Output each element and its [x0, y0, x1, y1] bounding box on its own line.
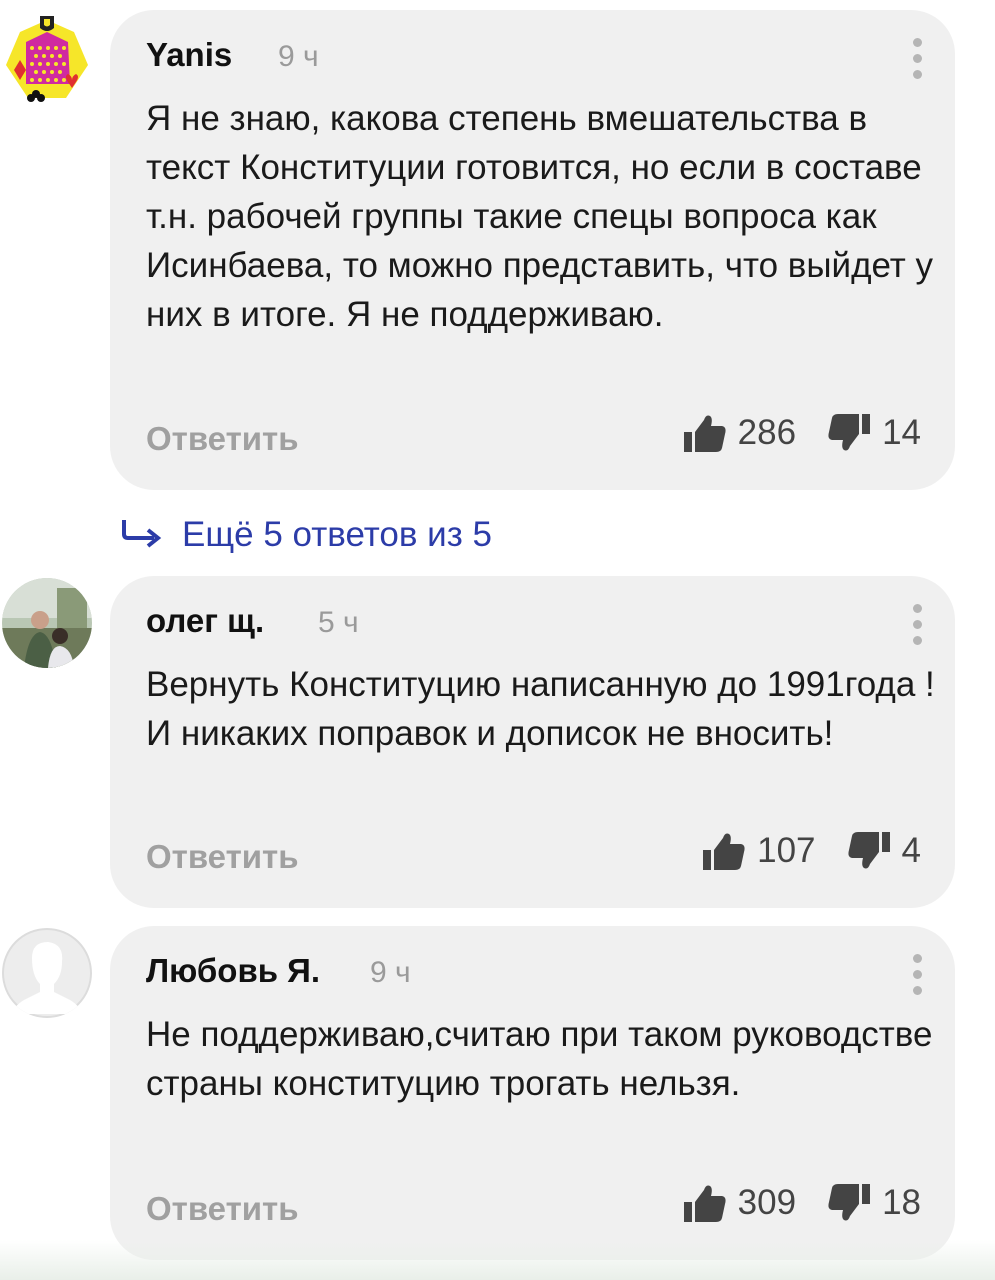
thumbs-up-icon[interactable] — [701, 828, 747, 874]
thumbs-down-icon[interactable] — [826, 1180, 872, 1226]
more-options-icon[interactable] — [911, 954, 923, 998]
dislikes-count: 18 — [882, 1183, 921, 1222]
comment-time: 5 ч — [318, 606, 359, 639]
comment-text: Вернуть Конституцию написанную до 1991го… — [146, 665, 935, 753]
comment-time: 9 ч — [370, 956, 411, 989]
comment-author[interactable]: Любовь Я. — [146, 952, 320, 990]
default-user-avatar-icon[interactable] — [2, 928, 92, 1018]
comment-text: Не поддерживаю,считаю при таком руководс… — [146, 1015, 933, 1103]
more-options-icon[interactable] — [911, 38, 923, 82]
likes-count: 309 — [737, 1183, 797, 1222]
likes-count: 107 — [757, 831, 816, 870]
vote-bar: 309 18 — [682, 1178, 921, 1228]
comment-bubble: Любовь Я. 9 ч Не поддерживаю,считаю при … — [110, 926, 955, 1260]
more-replies-link[interactable]: Ещё 5 ответов из 5 — [120, 510, 492, 560]
comment-author[interactable]: олег щ. — [146, 602, 264, 640]
comment-bubble: Yanis 9 ч Я не знаю, какова степень вмеш… — [110, 10, 955, 490]
thumbs-down-icon[interactable] — [826, 410, 872, 456]
comment-time: 9 ч — [278, 40, 319, 73]
bottom-fade — [0, 1240, 995, 1280]
thumbs-down-icon[interactable] — [846, 828, 892, 874]
more-replies-label[interactable]: Ещё 5 ответов из 5 — [182, 515, 492, 555]
dislikes-count: 14 — [882, 413, 921, 452]
comment-author[interactable]: Yanis — [146, 36, 232, 74]
comment-text: Я не знаю, какова степень вмешательства … — [146, 99, 934, 334]
reply-button[interactable]: Ответить — [146, 838, 299, 876]
comment-bubble: олег щ. 5 ч Вернуть Конституцию написанн… — [110, 576, 955, 908]
photo-avatar-icon[interactable] — [2, 578, 92, 668]
likes-count: 286 — [737, 413, 797, 452]
vote-bar: 107 4 — [701, 826, 921, 876]
thumbs-up-icon[interactable] — [682, 1180, 728, 1226]
reply-button[interactable]: Ответить — [146, 1190, 299, 1228]
reply-arrow-icon — [120, 518, 164, 553]
more-options-icon[interactable] — [911, 604, 923, 648]
dislikes-count: 4 — [901, 831, 921, 870]
thumbs-up-icon[interactable] — [682, 410, 728, 456]
vote-bar: 286 14 — [682, 408, 921, 458]
reply-button[interactable]: Ответить — [146, 420, 299, 458]
jester-card-avatar-icon[interactable] — [0, 10, 95, 105]
